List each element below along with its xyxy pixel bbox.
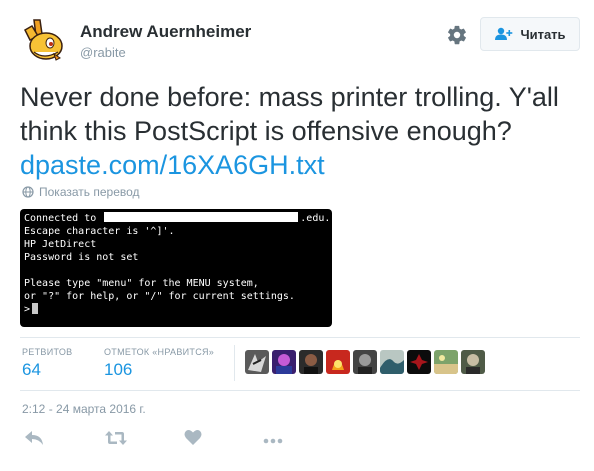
follow-label: Читать [520,26,566,42]
tweet-text: Never done before: mass printer trolling… [20,80,580,182]
globe-icon [22,186,34,198]
retweets-label: РЕТВИТОВ [22,347,73,357]
tweet-timestamp[interactable]: 2:12 - 24 марта 2016 г. [22,402,146,416]
tweet-link[interactable]: dpaste.com/16XA6GH.txt [20,150,325,180]
gear-icon[interactable] [446,24,468,46]
terminal-line-connected: Connected to .edu. [24,212,331,224]
liker-avatar[interactable] [353,350,377,374]
user-handle[interactable]: @rabite [80,45,126,60]
terminal-line: Password is not set [24,252,139,263]
likes-label: ОТМЕТОК «НРАВИТСЯ» [104,347,215,357]
liker-avatar[interactable] [272,350,296,374]
retweets-count[interactable]: 64 [22,360,41,380]
more-icon[interactable] [263,432,283,450]
liker-avatar[interactable] [380,350,404,374]
tweet-line-1: Never done before: mass printer trolling… [20,82,559,112]
liker-avatar[interactable] [326,350,350,374]
reply-icon[interactable] [24,429,44,452]
terminal-prompt-line: > [24,303,328,316]
translate-label: Показать перевод [39,185,140,199]
terminal-line: Please type "menu" for the MENU system, [24,278,259,289]
liker-avatar[interactable] [434,350,458,374]
add-user-icon [495,27,513,40]
redacted-hostname [104,212,299,222]
liker-avatar[interactable] [461,350,485,374]
terminal-line: Escape character is '^]'. [24,226,175,237]
likers-list [245,350,485,374]
terminal-image[interactable]: Connected to .edu. Escape character is '… [20,209,332,327]
tweet-line-2: think this PostScript is offensive enoug… [20,116,512,146]
liker-avatar[interactable] [299,350,323,374]
liker-avatar[interactable] [407,350,431,374]
terminal-cursor [32,303,39,314]
divider [20,390,580,391]
heart-icon[interactable] [184,429,202,451]
likes-count[interactable]: 106 [104,360,132,380]
tweet-actions [20,429,320,451]
avatar[interactable] [20,16,68,64]
terminal-prompt: > [24,304,31,315]
divider [20,337,580,338]
retweet-icon[interactable] [104,429,128,452]
stats-divider [234,345,235,381]
rabite-avatar-icon [20,16,68,64]
terminal-line: or "?" for help, or "/" for current sett… [24,291,295,302]
user-name[interactable]: Andrew Auernheimer [80,22,251,42]
follow-button[interactable]: Читать [480,17,580,51]
liker-avatar[interactable] [245,350,269,374]
translate-link[interactable]: Показать перевод [22,185,140,199]
terminal-line: HP JetDirect [24,239,97,250]
